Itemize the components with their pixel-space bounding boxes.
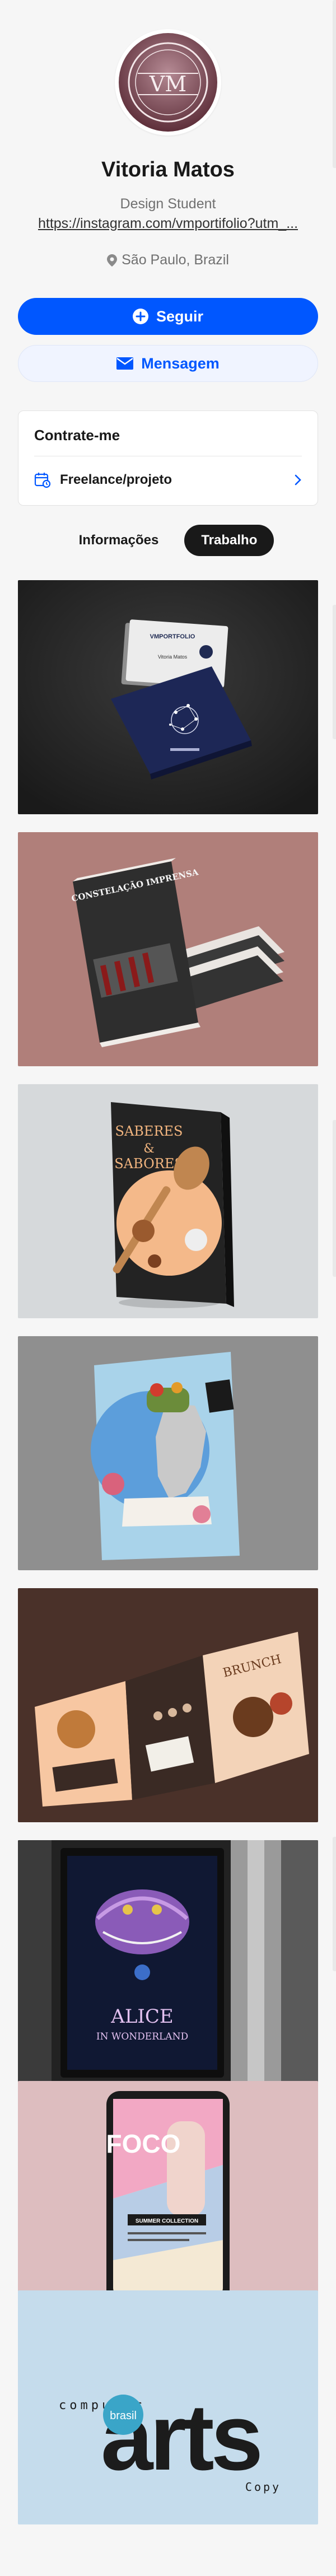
profile-name: Vitoria Matos xyxy=(101,158,235,181)
tab-work[interactable]: Trabalho xyxy=(184,525,274,556)
computer-arts-bottom-text: Copy xyxy=(245,2480,281,2494)
project-thumbnail-business-cards[interactable]: VMPORTFOLIO Vitoria Matos xyxy=(18,580,318,814)
cookbook-title-line2: SABORES xyxy=(114,1156,184,1172)
location-pin-icon xyxy=(107,254,118,267)
tablet-title-text: FOCO xyxy=(106,2129,181,2158)
computer-arts-badge-text: brasil xyxy=(110,2410,137,2422)
follow-button[interactable]: Seguir xyxy=(18,298,318,335)
profile-location: São Paulo, Brazil xyxy=(0,252,336,268)
tab-info[interactable]: Informações xyxy=(62,525,176,556)
project-thumbnail-tablet-mockup[interactable]: FOCO SUMMER COLLECTION xyxy=(18,2081,318,2315)
chevron-right-icon xyxy=(295,474,301,486)
hire-me-title: Contrate-me xyxy=(34,427,120,444)
scroll-edge-middle xyxy=(333,605,336,739)
project-thumbnail-computer-arts[interactable]: computer arts brasil Copy xyxy=(18,2290,318,2524)
message-button[interactable]: Mensagem xyxy=(18,345,318,382)
cookbook-title-line1: SABERES xyxy=(115,1123,183,1139)
profile-tabs: Informações Trabalho xyxy=(0,525,336,556)
scroll-edge-top xyxy=(333,0,336,168)
calendar-icon xyxy=(34,473,51,488)
project-thumbnail-cookbook[interactable]: SABERES & SABORES xyxy=(18,1084,318,1318)
message-label: Mensagem xyxy=(141,354,220,372)
plus-circle-icon xyxy=(132,309,148,324)
location-text: São Paulo, Brazil xyxy=(122,252,229,268)
project-thumbnail-brochure[interactable]: BRUNCH xyxy=(18,1588,318,1822)
follow-label: Seguir xyxy=(156,307,204,325)
avatar[interactable]: VM xyxy=(115,29,221,136)
profile-website-link[interactable]: https://instagram.com/vmportifolio?utm_.… xyxy=(28,216,308,232)
freelance-project-option[interactable]: Freelance/projeto xyxy=(18,460,318,500)
envelope-icon xyxy=(116,357,134,370)
project-thumbnail-alice-poster[interactable]: ALICE IN WONDERLAND xyxy=(18,1840,318,2084)
alice-title-line1: ALICE xyxy=(110,2005,173,2028)
card-sub-text: Vitoria Matos xyxy=(158,654,188,660)
profile-occupation: Design Student xyxy=(120,196,216,212)
hire-me-card: Contrate-me Freelance/projeto xyxy=(18,410,318,506)
freelance-project-label: Freelance/projeto xyxy=(60,472,172,487)
project-thumbnail-collage-poster[interactable] xyxy=(18,1336,318,1570)
card-title-text: VMPORTFOLIO xyxy=(150,633,195,640)
cookbook-title-amp: & xyxy=(143,1142,155,1156)
avatar-image: VM xyxy=(119,33,217,132)
tablet-sub-text: SUMMER COLLECTION xyxy=(136,2218,198,2224)
scroll-edge-bottom xyxy=(333,1837,336,1971)
avatar-monogram: VM xyxy=(149,72,186,96)
project-thumbnail-book-mockup[interactable]: CONSTELAÇÃO IMPRENSA xyxy=(18,832,318,1066)
alice-title-line2: IN WONDERLAND xyxy=(96,2031,188,2042)
scroll-edge-lower xyxy=(333,1120,336,1277)
